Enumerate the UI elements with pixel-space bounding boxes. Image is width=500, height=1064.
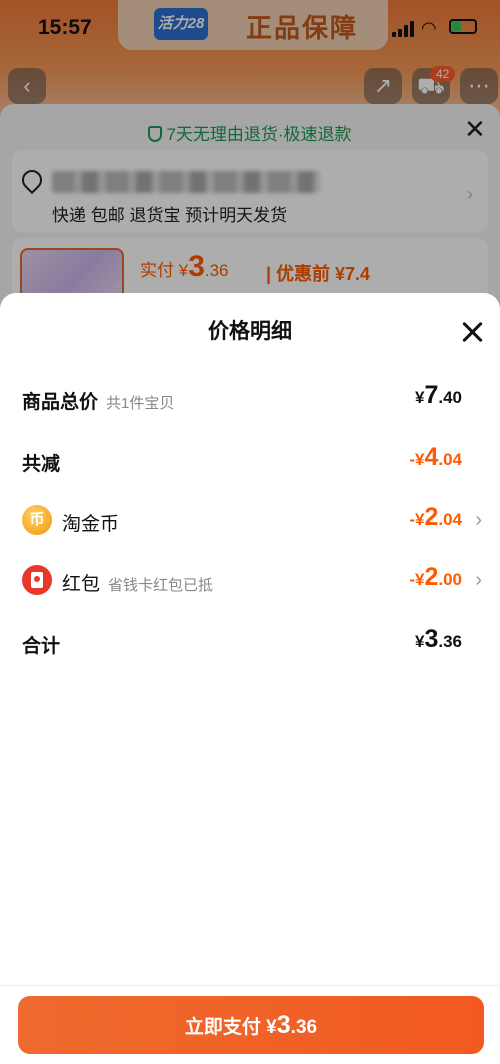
row-label: 商品总价 共1件宝贝 xyxy=(22,392,175,413)
row-amount: -¥2.00 xyxy=(409,563,462,591)
pay-bar: 立即支付 ¥3.36 xyxy=(0,985,500,1064)
red-packet-icon xyxy=(22,565,52,595)
row-goods-total: 商品总价 共1件宝贝 ¥7.40 xyxy=(0,379,500,419)
price-detail-panel: 价格明细 商品总价 共1件宝贝 ¥7.40 共减 -¥4.04 币 淘金币 -¥2… xyxy=(0,293,500,1064)
row-amount: ¥3.36 xyxy=(414,625,462,653)
pay-now-button[interactable]: 立即支付 ¥3.36 xyxy=(18,996,484,1054)
row-amount: -¥4.04 xyxy=(409,443,462,471)
row-hint: 省钱卡红包已抵 xyxy=(108,577,214,594)
row-hint: 共1件宝贝 xyxy=(106,395,175,412)
row-amount: ¥7.40 xyxy=(414,381,462,409)
row-label: 合计 xyxy=(22,636,61,657)
close-icon[interactable] xyxy=(460,319,486,345)
row-taojinbi[interactable]: 币 淘金币 -¥2.04 › xyxy=(0,501,500,541)
coin-icon: 币 xyxy=(22,505,52,535)
chevron-right-icon: › xyxy=(475,569,482,591)
row-amount: -¥2.04 xyxy=(409,503,462,531)
chevron-right-icon: › xyxy=(475,509,482,531)
row-label: 共减 xyxy=(22,454,61,475)
row-label: 淘金币 xyxy=(62,514,120,535)
row-grand-total: 合计 ¥3.36 xyxy=(0,623,500,663)
row-total-discount: 共减 -¥4.04 xyxy=(0,441,500,481)
row-red-packet[interactable]: 红包 省钱卡红包已抵 -¥2.00 › xyxy=(0,561,500,601)
panel-title: 价格明细 xyxy=(208,320,292,343)
row-label: 红包 省钱卡红包已抵 xyxy=(62,574,214,595)
